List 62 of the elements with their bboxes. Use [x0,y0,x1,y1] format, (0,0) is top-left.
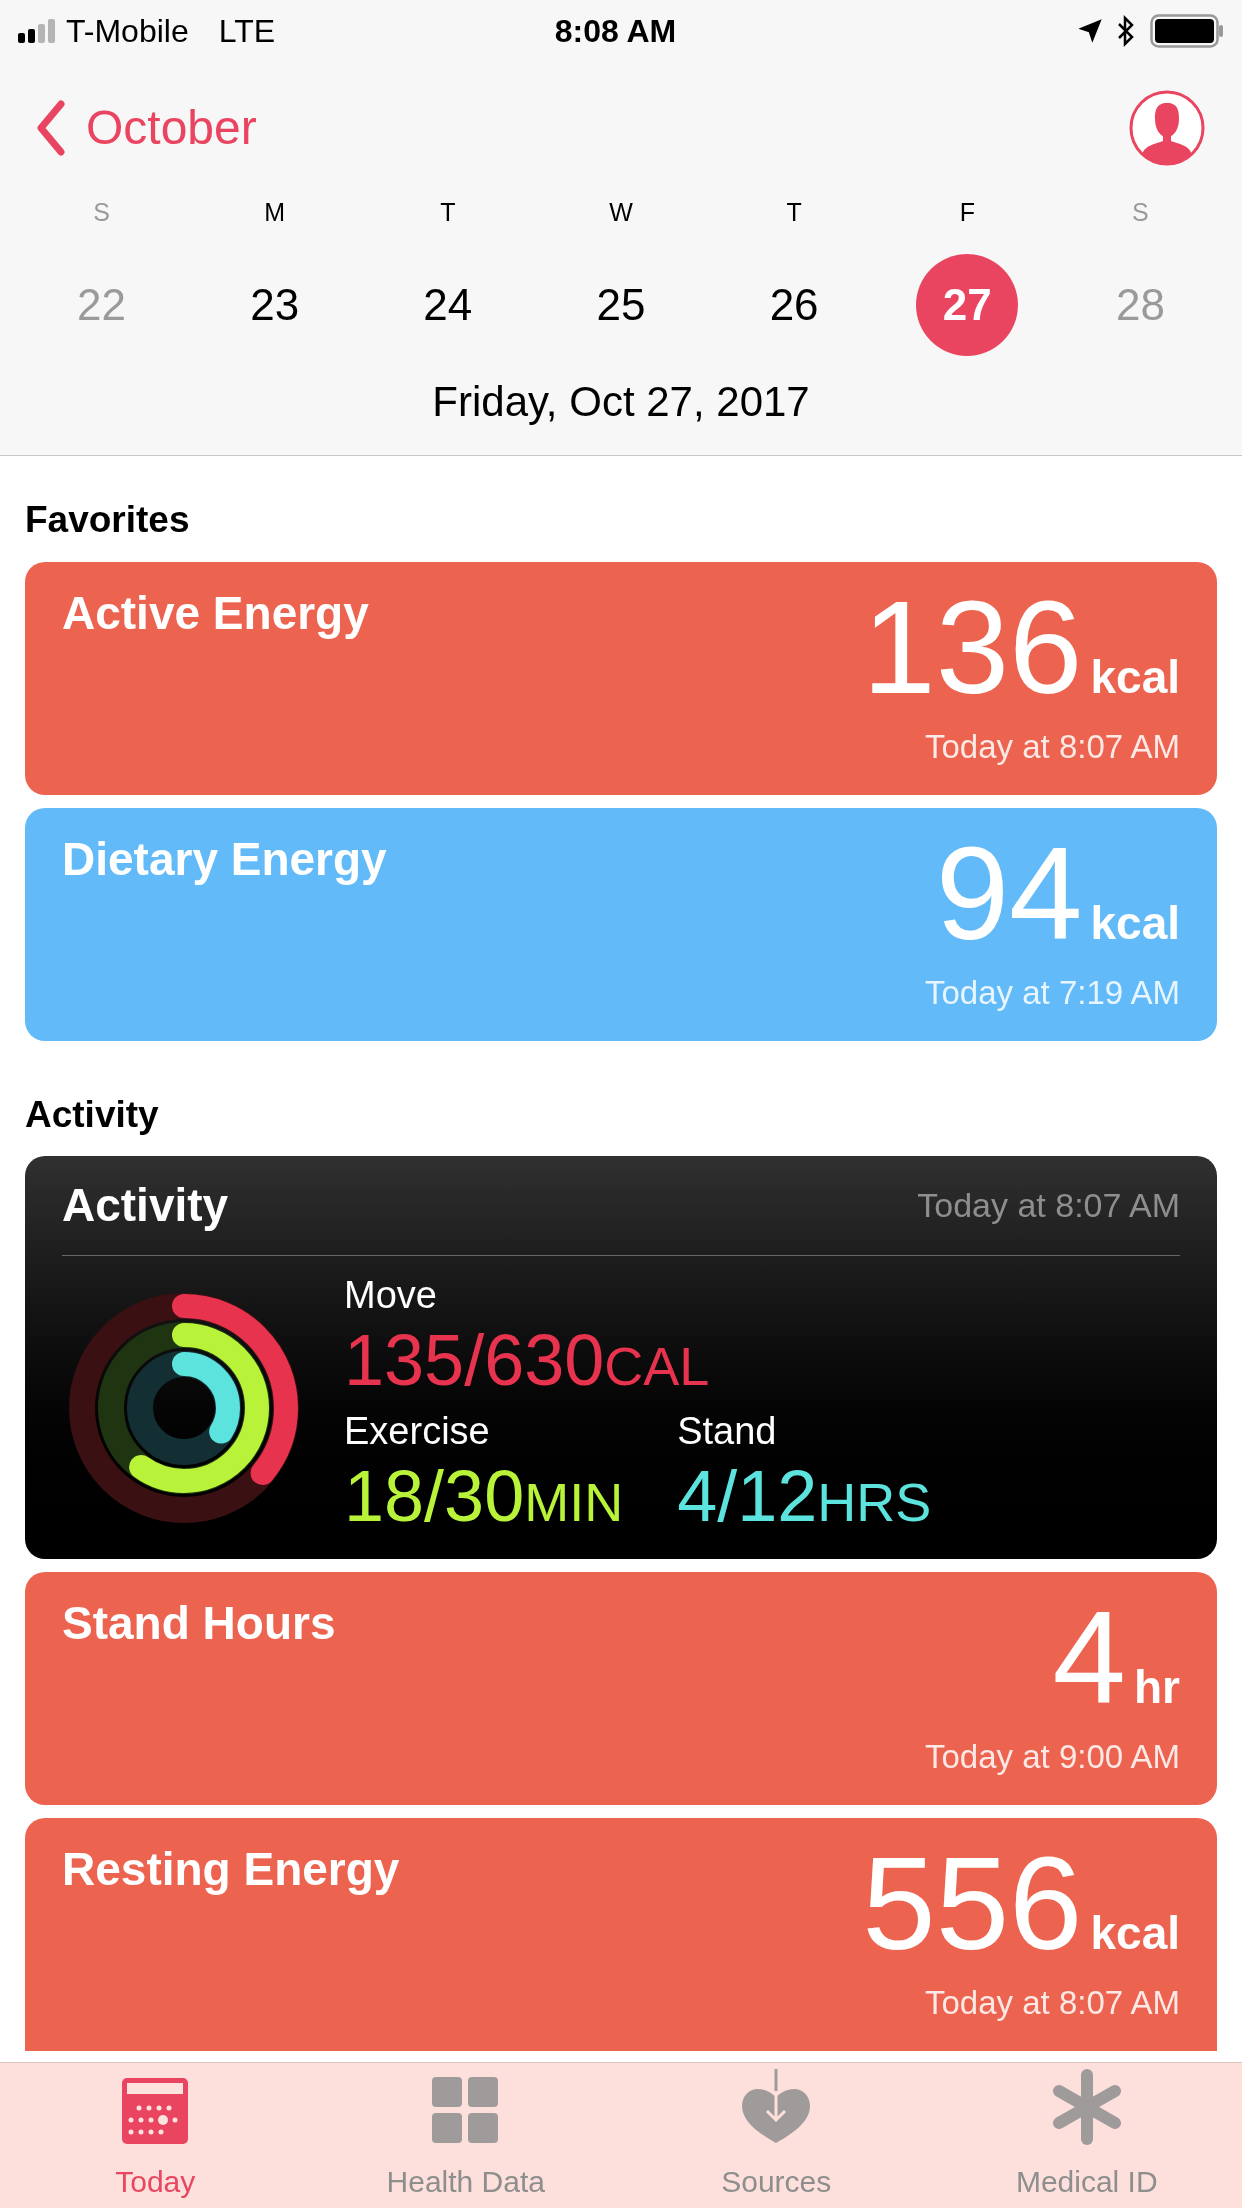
metric-unit: hr [1134,1660,1180,1715]
date-button[interactable]: 26 [743,254,846,356]
tab[interactable]: Health Data [310,2063,621,2208]
card-title: Resting Energy [62,1842,400,1897]
metric-card[interactable]: Resting Energy 556 kcal Today at 8:07 AM [25,1818,1217,2051]
ring-value: 135/630CAL [344,1319,711,1402]
tab[interactable]: Today [0,2063,311,2208]
clock: 8:08 AM [554,12,677,51]
metric-value: 556 [862,1840,1083,1968]
timestamp: Today at 8:07 AM [917,1185,1180,1226]
card-title: Stand Hours [62,1596,336,1651]
card-title: Activity [62,1178,229,1233]
selected-date-title: Friday, Oct 27, 2017 [432,377,810,427]
weekday-label: S [93,197,110,228]
ring-label: Exercise [344,1409,491,1454]
section-heading: Favorites [25,499,190,540]
tab[interactable]: Sources [621,2063,932,2208]
date-button[interactable]: 28 [1089,254,1192,356]
metric-card[interactable]: Dietary Energy 94 kcal Today at 7:19 AM [25,807,1217,1041]
section-heading: Activity [25,1093,159,1135]
metric-value: 94 [935,829,1083,958]
timestamp: Today at 8:07 AM [925,726,1180,767]
metric-value: 4 [1052,1594,1126,1722]
activity-card[interactable]: Activity Today at 8:07 AM Move 135/630CAL Exercise 18/30MIN Stand 4/12HRS [25,1156,1217,1559]
metric-unit: kcal [1090,895,1180,951]
back-button[interactable]: October [36,92,257,164]
metric-card[interactable]: Active Energy 136 kcal Today at 8:07 AM [25,561,1217,795]
asterisk-icon [1050,2069,1123,2145]
metric-unit: kcal [1090,649,1180,705]
weekday-label: F [959,197,975,228]
card-title: Dietary Energy [62,831,387,887]
calendar-icon [121,2077,190,2145]
weekday-label: S [1132,197,1149,228]
timestamp: Today at 9:00 AM [925,1737,1180,1777]
metric-value: 136 [862,583,1083,712]
metric-unit: kcal [1090,1906,1180,1961]
network-type: LTE [218,12,275,51]
timestamp: Today at 7:19 AM [925,972,1180,1013]
card-title: Active Energy [62,585,369,641]
date-button[interactable]: 22 [50,254,153,356]
tab[interactable]: Medical ID [931,2063,1242,2208]
weekday-label: M [264,197,286,228]
date-button[interactable]: 24 [396,254,499,356]
timestamp: Today at 8:07 AM [925,1983,1180,2023]
weekday-label: T [786,197,802,228]
ring-value: 18/30MIN [344,1455,624,1538]
carrier-name: T-Mobile [66,12,189,51]
metric-card[interactable]: Stand Hours 4 hr Today at 9:00 AM [25,1572,1217,1805]
weekday-label: T [440,197,456,228]
date-button[interactable]: 25 [570,254,672,356]
weekday-label: W [609,197,633,228]
grid-icon [431,2077,500,2145]
bluetooth-icon [1116,15,1136,47]
location-icon [1076,17,1104,45]
date-button[interactable]: 27 [916,254,1019,356]
ring-label: Stand [677,1409,778,1454]
profile-icon[interactable] [1128,89,1206,167]
ring-value: 4/12HRS [677,1455,932,1538]
battery-icon [1150,14,1224,48]
chevron-left-icon [36,100,66,156]
date-button[interactable]: 23 [223,254,326,356]
ring-label: Move [344,1273,438,1318]
